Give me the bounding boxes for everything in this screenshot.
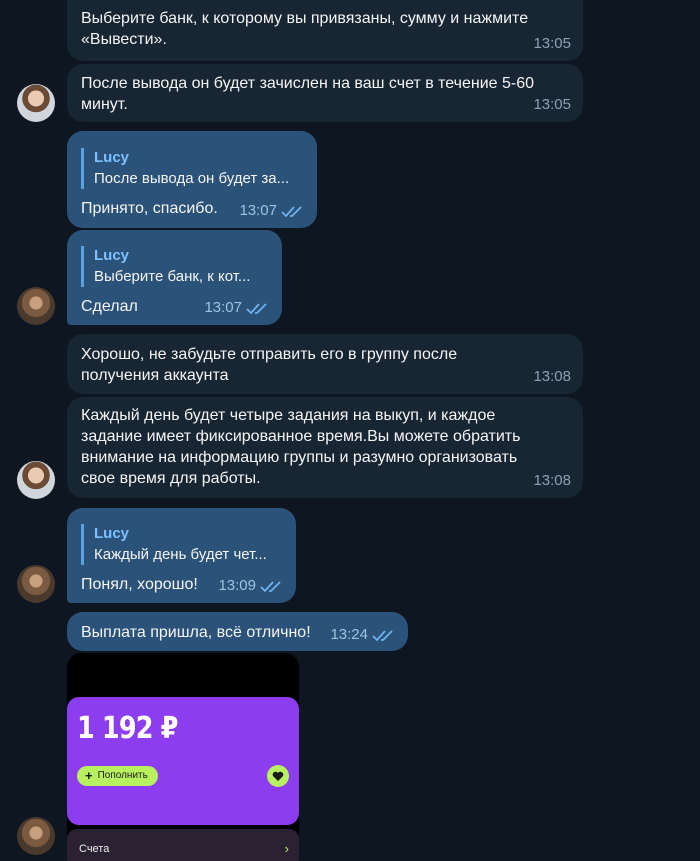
avatar[interactable] bbox=[17, 287, 55, 325]
accounts-label: Счета bbox=[79, 843, 110, 855]
double-check-icon bbox=[260, 581, 281, 593]
plus-icon: + bbox=[85, 768, 93, 783]
message-time: 13:08 bbox=[533, 472, 571, 489]
double-check-icon bbox=[246, 303, 267, 315]
reply-quote[interactable]: Lucy Выберите банк, к кот... bbox=[81, 246, 268, 287]
reply-quote[interactable]: Lucy Каждый день будет чет... bbox=[81, 524, 282, 565]
heart-icon bbox=[267, 765, 289, 787]
message-incoming[interactable]: Каждый день будет четыре задания на выку… bbox=[67, 397, 583, 498]
message-time: 13:05 bbox=[533, 96, 571, 113]
double-check-icon bbox=[281, 206, 302, 218]
double-check-icon bbox=[372, 630, 393, 642]
message-outgoing[interactable]: Выплата пришла, всё отлично! 13:24 bbox=[67, 612, 408, 651]
balance-card: 1 192 ₽ + Пополнить bbox=[67, 697, 299, 825]
avatar[interactable] bbox=[17, 84, 55, 122]
message-text: Каждый день будет четыре задания на выку… bbox=[81, 407, 521, 487]
message-incoming[interactable]: Выберите банк, к которому вы привязаны, … bbox=[67, 0, 583, 61]
balance-amount: 1 192 ₽ bbox=[77, 711, 178, 746]
message-incoming[interactable]: После вывода он будет зачислен на ваш сч… bbox=[67, 64, 583, 122]
reply-author: Lucy bbox=[94, 525, 130, 542]
reply-author: Lucy bbox=[94, 149, 130, 166]
reply-snippet: После вывода он будет за... bbox=[94, 170, 290, 187]
reply-quote[interactable]: Lucy После вывода он будет за... bbox=[81, 148, 303, 189]
chevron-right-icon: › bbox=[284, 841, 289, 856]
message-text: После вывода он будет зачислен на ваш сч… bbox=[81, 75, 535, 113]
message-time: 13:08 bbox=[533, 368, 571, 385]
message-time: 13:07 bbox=[239, 202, 277, 219]
message-time: 13:09 bbox=[218, 577, 256, 594]
message-time: 13:07 bbox=[204, 299, 242, 316]
reply-snippet: Каждый день будет чет... bbox=[94, 546, 267, 563]
topup-label: Пополнить bbox=[97, 770, 148, 781]
reply-author: Lucy bbox=[94, 247, 130, 264]
avatar[interactable] bbox=[17, 461, 55, 499]
topup-button: + Пополнить bbox=[77, 766, 158, 786]
reply-snippet: Выберите банк, к кот... bbox=[94, 268, 251, 285]
photo-attachment[interactable]: 1 192 ₽ + Пополнить Счета › bbox=[67, 653, 299, 861]
avatar[interactable] bbox=[17, 565, 55, 603]
message-outgoing[interactable]: Lucy Выберите банк, к кот... Сделал 13:0… bbox=[67, 230, 282, 325]
accounts-row: Счета › bbox=[67, 829, 299, 861]
message-time: 13:05 bbox=[533, 35, 571, 52]
message-incoming[interactable]: Хорошо, не забудьте отправить его в груп… bbox=[67, 334, 583, 394]
message-outgoing[interactable]: Lucy Каждый день будет чет... Понял, хор… bbox=[67, 508, 296, 603]
message-text: Хорошо, не забудьте отправить его в груп… bbox=[81, 346, 458, 384]
message-outgoing[interactable]: Lucy После вывода он будет за... Принято… bbox=[67, 131, 317, 228]
avatar[interactable] bbox=[17, 817, 55, 855]
message-text: Выберите банк, к которому вы привязаны, … bbox=[81, 10, 529, 48]
message-time: 13:24 bbox=[330, 626, 368, 643]
